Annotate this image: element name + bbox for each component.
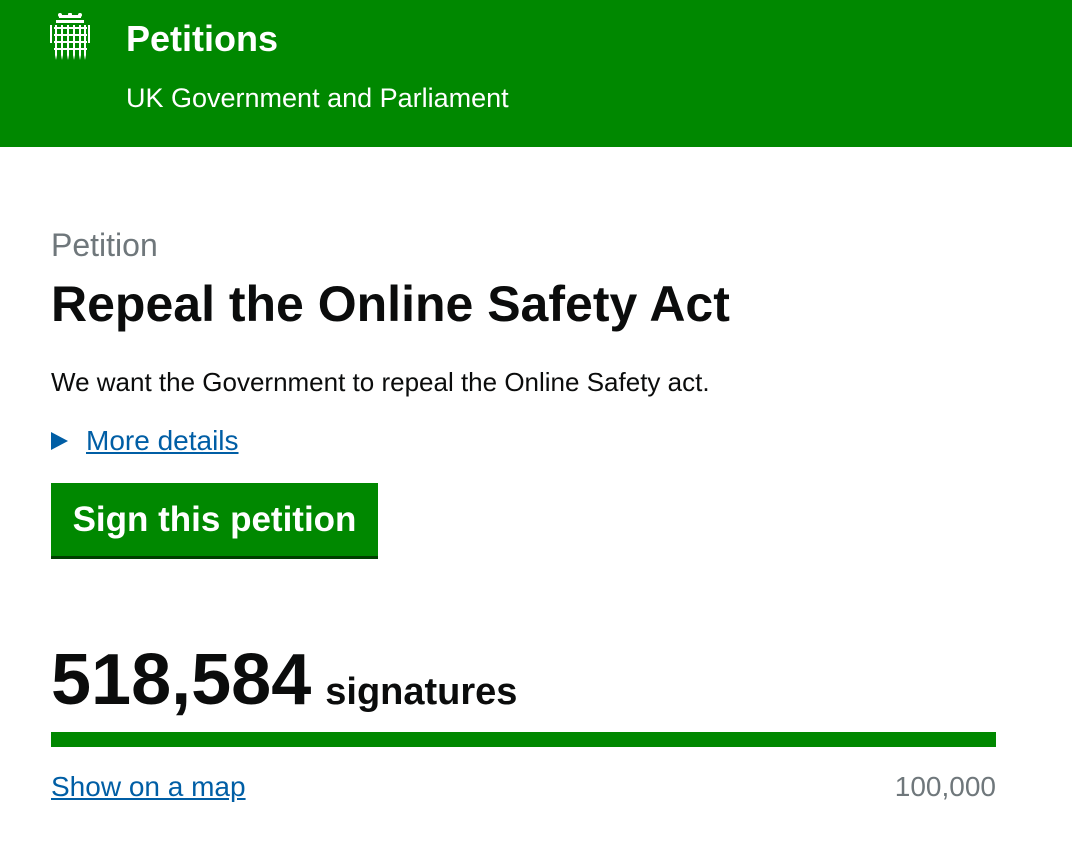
site-title-link[interactable]: Petitions [126, 18, 278, 60]
petition-caption: Petition [51, 227, 158, 263]
petition-title: Repeal the Online Safety Act [51, 276, 730, 332]
signature-progress-fill [51, 732, 996, 747]
sign-petition-button[interactable]: Sign this petition [51, 483, 378, 559]
more-details-link[interactable]: More details [86, 424, 239, 458]
site-subtitle: UK Government and Parliament [126, 83, 509, 113]
signature-count-row: 518,584 signatures [51, 638, 517, 722]
petition-action-text: We want the Government to repeal the Onl… [51, 367, 710, 397]
show-on-map-link[interactable]: Show on a map [51, 770, 246, 804]
portcullis-icon[interactable] [50, 13, 90, 61]
signature-count: 518,584 [51, 640, 312, 720]
site-header: Petitions UK Government and Parliament [0, 0, 1072, 147]
signature-count-label: signatures [325, 671, 518, 713]
triangle-right-icon [51, 432, 68, 450]
more-details-toggle[interactable]: More details [51, 424, 239, 458]
signature-progress-bar [51, 732, 996, 747]
signature-threshold: 100,000 [894, 771, 996, 802]
